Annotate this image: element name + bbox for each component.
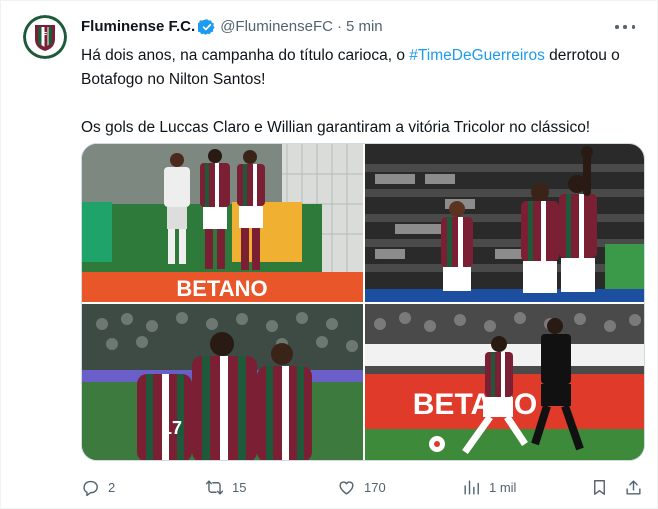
share-button[interactable] bbox=[624, 475, 643, 499]
reply-button[interactable]: 2 bbox=[81, 475, 115, 499]
like-button[interactable]: 170 bbox=[337, 475, 386, 499]
retweet-button[interactable]: 15 bbox=[205, 475, 246, 499]
svg-text:F: F bbox=[43, 32, 48, 39]
verified-badge-icon bbox=[198, 19, 215, 35]
team-celebration-photo[interactable]: BETANO bbox=[82, 144, 363, 302]
views-button[interactable]: 1 mil bbox=[462, 475, 516, 499]
retweet-count: 15 bbox=[232, 479, 247, 495]
tweet-text-line: Os gols de Luccas Claro e Willian garant… bbox=[81, 119, 591, 136]
bookmark-icon bbox=[594, 479, 605, 495]
like-count: 170 bbox=[364, 479, 386, 495]
reply-count: 2 bbox=[108, 479, 116, 495]
players-celebrating-photo[interactable] bbox=[365, 144, 644, 302]
tweet-card[interactable]: F Fluminense F.C. @FluminenseFC · 5 min … bbox=[0, 0, 658, 509]
tweet-header: Fluminense F.C. @FluminenseFC · 5 min bbox=[81, 17, 383, 37]
views-chart-icon bbox=[464, 479, 479, 495]
heart-icon bbox=[339, 480, 354, 495]
team-huddle-photo[interactable]: 17 bbox=[82, 304, 363, 460]
media-grid: BETANO 17 BETANO bbox=[81, 143, 645, 461]
hashtag-link[interactable]: #TimeDeGuerreiros bbox=[409, 47, 545, 64]
share-icon bbox=[626, 479, 641, 495]
author-name[interactable]: Fluminense F.C. bbox=[81, 17, 195, 37]
tweet-text: Há dois anos, na campanha do título cari… bbox=[81, 44, 641, 140]
tweet-timestamp[interactable]: 5 min bbox=[346, 17, 383, 37]
photo-ad-text: BETANO bbox=[413, 388, 537, 421]
header-separator: · bbox=[336, 18, 342, 35]
reply-icon bbox=[83, 480, 98, 496]
tweet-actions: 2 15 170 1 mil bbox=[77, 475, 647, 499]
fluminense-crest-icon: F bbox=[23, 15, 67, 59]
retweet-icon bbox=[205, 479, 224, 495]
author-handle[interactable]: @FluminenseFC bbox=[220, 17, 333, 37]
avatar[interactable]: F bbox=[23, 15, 67, 59]
more-options-icon[interactable] bbox=[615, 19, 635, 35]
match-action-photo[interactable]: BETANO bbox=[365, 304, 644, 460]
view-count: 1 mil bbox=[489, 479, 517, 495]
tweet-text-part: Há dois anos, na campanha do título cari… bbox=[81, 47, 410, 64]
photo-ad-text: BETANO bbox=[176, 276, 267, 301]
bookmark-button[interactable] bbox=[590, 475, 609, 499]
svg-text:17: 17 bbox=[162, 418, 182, 438]
